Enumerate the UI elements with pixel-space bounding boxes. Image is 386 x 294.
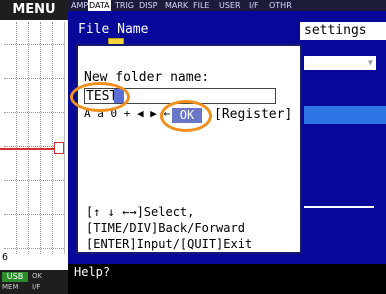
usb-badge: USB (2, 272, 28, 282)
grid-line (4, 248, 64, 249)
mem-label: MEM (2, 283, 19, 291)
grid-line (4, 112, 64, 113)
register-button[interactable]: [Register] (214, 107, 292, 122)
grid-line (40, 22, 41, 254)
menu-title[interactable]: MENU (0, 0, 68, 20)
help-line: [TIME/DIV]Back/Forward (86, 221, 245, 235)
dropdown-field[interactable] (304, 56, 376, 70)
tab-user[interactable]: USER (218, 0, 242, 11)
tab-if[interactable]: I/F (248, 0, 260, 11)
help-line: [↑ ↓ ←→]Select, (86, 205, 195, 219)
grid-line (4, 78, 64, 79)
annotation-circle (160, 100, 212, 132)
trace-line (0, 148, 56, 150)
waveform-trace-area (4, 22, 65, 254)
scale-number: 6 (2, 252, 9, 263)
help-label: Help? (74, 265, 111, 279)
row-divider (304, 206, 374, 208)
key-help-text: [↑ ↓ ←→]Select, [TIME/DIV]Back/Forward [… (86, 204, 252, 252)
tab-othr[interactable]: OTHR (268, 0, 293, 11)
grid-line (4, 180, 64, 181)
grid-line (4, 214, 64, 215)
file-name-label: File Name (78, 22, 149, 37)
help-line: [ENTER]Input/[QUIT]Exit (86, 237, 253, 251)
tab-mark[interactable]: MARK (164, 0, 189, 11)
grid-line (4, 44, 64, 45)
help-bar (68, 264, 386, 294)
settings-label: settings (304, 23, 367, 38)
ok-status-label: OK (32, 272, 43, 280)
interface-status-label: I/F (32, 283, 41, 291)
selected-row[interactable] (304, 106, 386, 124)
grid-line (16, 22, 17, 254)
tab-file[interactable]: FILE (192, 0, 210, 11)
tab-amp[interactable]: AMP (70, 0, 89, 11)
tab-trig[interactable]: TRIG (114, 0, 135, 11)
tab-disp[interactable]: DISP (138, 0, 158, 11)
trace-marker (54, 142, 64, 154)
chevron-down-icon: ▼ (368, 58, 373, 67)
grid-line (28, 22, 29, 254)
annotation-circle (70, 82, 130, 112)
grid-line (52, 22, 53, 254)
tab-bar: AMP DATA TRIG DISP MARK FILE USER I/F OT… (68, 0, 386, 11)
tab-data[interactable]: DATA (88, 0, 111, 11)
